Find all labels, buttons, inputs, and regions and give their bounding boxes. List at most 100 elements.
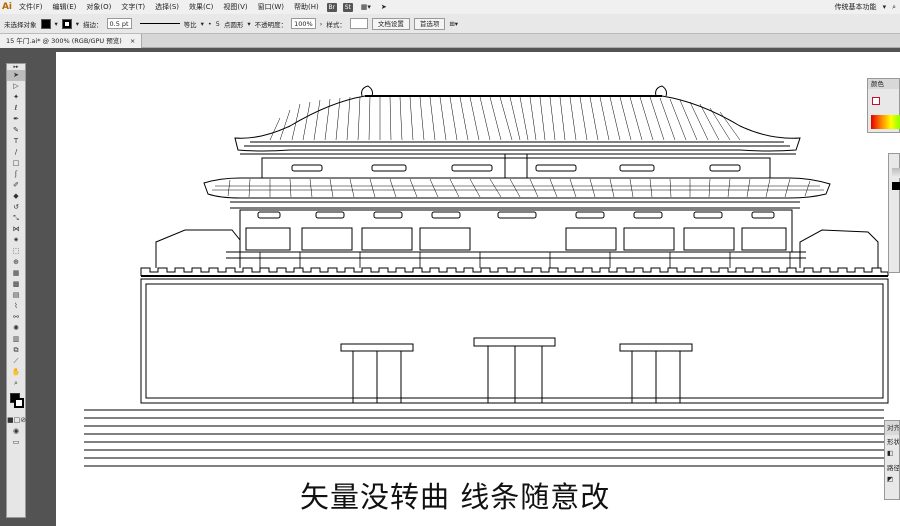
- lasso-tool-icon[interactable]: ℓ: [7, 103, 25, 114]
- artboard[interactable]: [56, 52, 900, 526]
- menu-help[interactable]: 帮助(H): [289, 0, 324, 14]
- center-gate: [473, 337, 556, 404]
- draw-mode-icon[interactable]: ◉: [7, 426, 25, 437]
- type-tool-icon[interactable]: T: [7, 136, 25, 147]
- style-label: 样式：: [326, 20, 346, 29]
- paintbrush-tool-icon[interactable]: ʃ: [7, 169, 25, 180]
- curvature-tool-icon[interactable]: ✎: [7, 125, 25, 136]
- document-setup-button[interactable]: 文档设置: [371, 17, 410, 30]
- close-icon[interactable]: ×: [130, 37, 135, 45]
- stroke-profile-label[interactable]: 等比: [184, 19, 197, 29]
- menu-file[interactable]: 文件(F): [14, 0, 48, 14]
- stroke-profile-preview[interactable]: [139, 23, 180, 24]
- workspace-switcher[interactable]: 传统基本功能: [835, 2, 877, 12]
- align-tab[interactable]: 对齐: [885, 421, 899, 435]
- control-bar: 未选择对象 ▾ ▾ 描边： 0.5 pt 等比 ▾ • 5 点圆形 ▾ 不透明度…: [0, 14, 900, 34]
- menu-type[interactable]: 文字(T): [116, 0, 150, 14]
- arrange-docs-icon[interactable]: ▦▾: [356, 0, 376, 14]
- shape-builder-tool-icon[interactable]: ⊕: [7, 257, 25, 268]
- promo-caption: 矢量没转曲 线条随意改: [300, 480, 611, 514]
- menu-bar: Ai 文件(F) 编辑(E) 对象(O) 文字(T) 选择(S) 效果(C) 视…: [0, 0, 900, 14]
- zoom-tool-icon[interactable]: ⌕: [7, 378, 25, 389]
- stock-button[interactable]: St: [342, 2, 353, 12]
- send-icon[interactable]: ➤: [376, 0, 392, 14]
- menu-view[interactable]: 视图(V): [218, 0, 252, 14]
- menu-edit[interactable]: 编辑(E): [48, 0, 82, 14]
- stroke-weight-field[interactable]: 0.5 pt: [106, 18, 132, 29]
- eyedropper-tool-icon[interactable]: ⌇: [7, 301, 25, 312]
- fill-swatch[interactable]: [40, 18, 51, 29]
- screen-mode-icon[interactable]: ▭: [7, 437, 25, 448]
- perspective-grid-tool-icon[interactable]: ▦: [7, 268, 25, 279]
- shape-modes-label: 形状模式: [887, 438, 899, 446]
- style-picker[interactable]: [349, 18, 368, 29]
- menu-window[interactable]: 窗口(W): [253, 0, 289, 14]
- magic-wand-tool-icon[interactable]: ✦: [7, 92, 25, 103]
- shaper-tool-icon[interactable]: ✐: [7, 180, 25, 191]
- brush-label[interactable]: 点圆形: [224, 19, 244, 29]
- app-logo: Ai: [0, 0, 14, 14]
- preferences-button[interactable]: 首选项: [413, 17, 446, 30]
- scale-tool-icon[interactable]: ⤡: [7, 213, 25, 224]
- chevron-down-icon[interactable]: ▾: [55, 20, 58, 28]
- search-icon[interactable]: ⌕: [892, 3, 896, 12]
- stroke-color-swatch[interactable]: [14, 398, 24, 408]
- blend-tool-icon[interactable]: ⚯: [7, 312, 25, 323]
- menu-select[interactable]: 选择(S): [150, 0, 184, 14]
- free-transform-tool-icon[interactable]: ⬚: [7, 246, 25, 257]
- pen-tool-icon[interactable]: ✒: [7, 114, 25, 125]
- artboard-tool-icon[interactable]: ⧉: [7, 345, 25, 356]
- width-tool-icon[interactable]: ⋈: [7, 224, 25, 235]
- lower-panels: [257, 211, 775, 219]
- stroke-swatch[interactable]: [61, 18, 72, 29]
- line-tool-icon[interactable]: /: [7, 147, 25, 158]
- black-swatch[interactable]: [892, 182, 900, 190]
- left-side-pavilion: [155, 229, 241, 268]
- hand-tool-icon[interactable]: ✋: [7, 367, 25, 378]
- chevron-right-icon[interactable]: ›: [320, 20, 323, 28]
- lower-roof: [203, 177, 831, 199]
- gradient-tool-icon[interactable]: ▤: [7, 290, 25, 301]
- roof-ornament-left: [361, 85, 373, 97]
- mesh-tool-icon[interactable]: ▩: [7, 279, 25, 290]
- chevron-down-icon[interactable]: ▾: [201, 20, 204, 28]
- bridge-button[interactable]: Br: [326, 2, 337, 12]
- fill-stroke-widget[interactable]: [7, 389, 25, 415]
- upper-panels: [291, 164, 741, 172]
- rectangle-tool-icon[interactable]: □: [7, 158, 25, 169]
- stroke-label: 描边：: [83, 20, 103, 29]
- pathfinders-label: 路径查: [887, 464, 899, 472]
- direct-selection-tool-icon[interactable]: ▷: [7, 81, 25, 92]
- opacity-field[interactable]: 100%: [291, 18, 316, 29]
- pathfinder-divide-icon[interactable]: ◩: [885, 475, 899, 487]
- pathfinder-panel: 对齐 形状模式 ◧ 路径查 ◩: [884, 420, 900, 500]
- brush-size[interactable]: 5: [216, 20, 220, 28]
- shape-mode-unite-icon[interactable]: ◧: [885, 449, 899, 461]
- color-panel: 颜色: [867, 78, 900, 133]
- chevron-down-icon[interactable]: ▾: [883, 3, 887, 11]
- selection-tool-icon[interactable]: ➤: [7, 70, 25, 81]
- none-swatch[interactable]: [872, 97, 880, 105]
- gradient-swatch[interactable]: [892, 168, 900, 178]
- chevron-down-icon[interactable]: ▾: [76, 20, 79, 28]
- lower-windows: [245, 227, 787, 251]
- color-mode-icon[interactable]: ■□⊘: [7, 415, 26, 426]
- upper-roof: [234, 95, 801, 152]
- slice-tool-icon[interactable]: ⟋: [7, 356, 25, 367]
- arrange-icon[interactable]: ⊞▾: [449, 20, 458, 28]
- rotate-tool-icon[interactable]: ↺: [7, 202, 25, 213]
- graph-tool-icon[interactable]: ▥: [7, 334, 25, 345]
- swatches-panel: [888, 153, 900, 273]
- puppet-warp-tool-icon[interactable]: ✷: [7, 235, 25, 246]
- menu-object[interactable]: 对象(O): [81, 0, 116, 14]
- symbol-sprayer-tool-icon[interactable]: ✺: [7, 323, 25, 334]
- chevron-down-icon[interactable]: ▾: [247, 20, 250, 28]
- opacity-label: 不透明度：: [254, 20, 288, 29]
- eraser-tool-icon[interactable]: ◆: [7, 191, 25, 202]
- menu-effect[interactable]: 效果(C): [184, 0, 218, 14]
- color-panel-title[interactable]: 颜色: [868, 79, 899, 89]
- color-spectrum-bar[interactable]: [871, 115, 900, 129]
- document-tab[interactable]: 15 午门.ai* @ 300% (RGB/GPU 预览) ×: [0, 34, 143, 48]
- parapet-crenellations: [140, 267, 889, 276]
- temple-line-drawing[interactable]: [56, 52, 900, 526]
